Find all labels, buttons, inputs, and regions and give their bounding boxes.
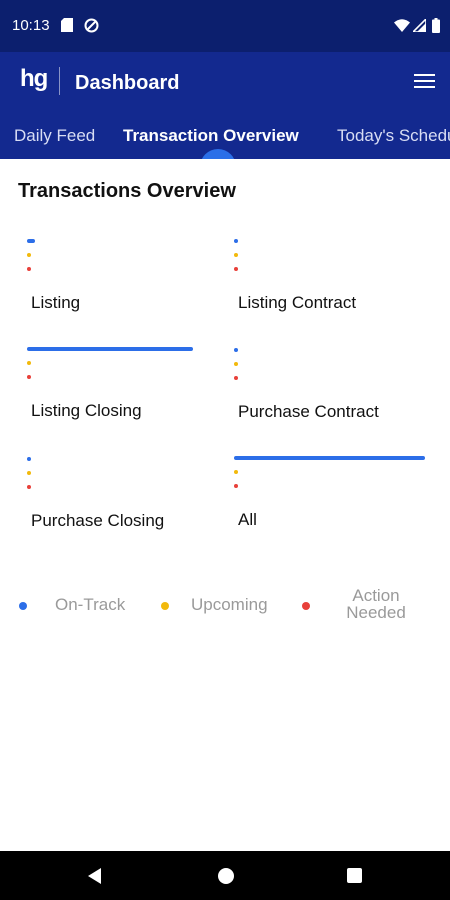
category-label: All <box>238 510 257 529</box>
hamburger-menu-icon[interactable] <box>414 72 436 90</box>
category-listing-contract[interactable]: Listing Contract <box>234 239 434 339</box>
tab-todays-schedule[interactable]: Today's Schedule <box>337 126 450 146</box>
category-listing-closing[interactable]: Listing Closing <box>27 347 227 447</box>
category-label: Purchase Contract <box>238 402 379 421</box>
tab-transaction-overview[interactable]: Transaction Overview <box>123 126 299 146</box>
on-track-bar <box>27 347 193 351</box>
upcoming-bar <box>234 470 238 474</box>
wifi-icon <box>394 19 410 37</box>
category-all[interactable]: All <box>234 456 434 556</box>
system-nav-bar <box>0 851 450 900</box>
category-label: Listing Contract <box>238 293 357 312</box>
home-icon[interactable] <box>218 868 234 884</box>
recent-apps-icon[interactable] <box>347 868 362 883</box>
category-purchase-contract[interactable]: Purchase Contract <box>234 348 434 448</box>
status-time: 10:13 <box>12 17 50 34</box>
status-bar: 10:13 <box>0 0 450 52</box>
category-listing[interactable]: Listing <box>27 239 227 339</box>
action-needed-bar <box>27 485 31 489</box>
category-label: Purchase Closing <box>31 511 165 530</box>
legend-dot-upcoming <box>161 602 169 610</box>
action-needed-bar <box>234 376 238 380</box>
sync-icon <box>84 18 99 38</box>
battery-icon <box>432 18 440 38</box>
legend-dot-action-needed <box>302 602 310 610</box>
upcoming-bar <box>234 362 238 366</box>
action-needed-bar <box>27 267 31 271</box>
legend-label-action-needed: Action Needed <box>346 586 406 622</box>
sd-card-icon <box>61 18 73 37</box>
app-bar: hg Dashboard <box>0 52 450 114</box>
on-track-bar <box>27 239 35 243</box>
on-track-bar <box>234 456 425 460</box>
upcoming-bar <box>234 253 238 257</box>
on-track-bar <box>234 239 238 243</box>
section-title: Transactions Overview <box>18 180 236 202</box>
logo-divider <box>59 67 60 95</box>
category-label: Listing Closing <box>31 401 142 420</box>
upcoming-bar <box>27 253 31 257</box>
on-track-bar <box>27 457 31 461</box>
app-logo: hg <box>20 65 48 92</box>
legend-dot-on-track <box>19 602 27 610</box>
category-label: Listing <box>31 293 81 312</box>
page-title: Dashboard <box>75 72 180 94</box>
on-track-bar <box>234 348 238 352</box>
transactions-overview-panel: Transactions Overview Listing Listing Co… <box>0 159 450 851</box>
category-purchase-closing[interactable]: Purchase Closing <box>27 457 227 557</box>
signal-icon <box>411 17 427 37</box>
legend-label-on-track: On-Track <box>55 595 126 614</box>
tab-daily-feed[interactable]: Daily Feed <box>14 126 95 146</box>
tab-bar: Daily Feed Transaction Overview Today's … <box>0 114 450 159</box>
action-needed-bar <box>234 267 238 271</box>
active-tab-indicator <box>200 149 236 159</box>
upcoming-bar <box>27 361 31 365</box>
legend-label-upcoming: Upcoming <box>191 595 268 614</box>
back-icon[interactable] <box>88 868 101 884</box>
action-needed-bar <box>234 484 238 488</box>
upcoming-bar <box>27 471 31 475</box>
action-needed-bar <box>27 375 31 379</box>
